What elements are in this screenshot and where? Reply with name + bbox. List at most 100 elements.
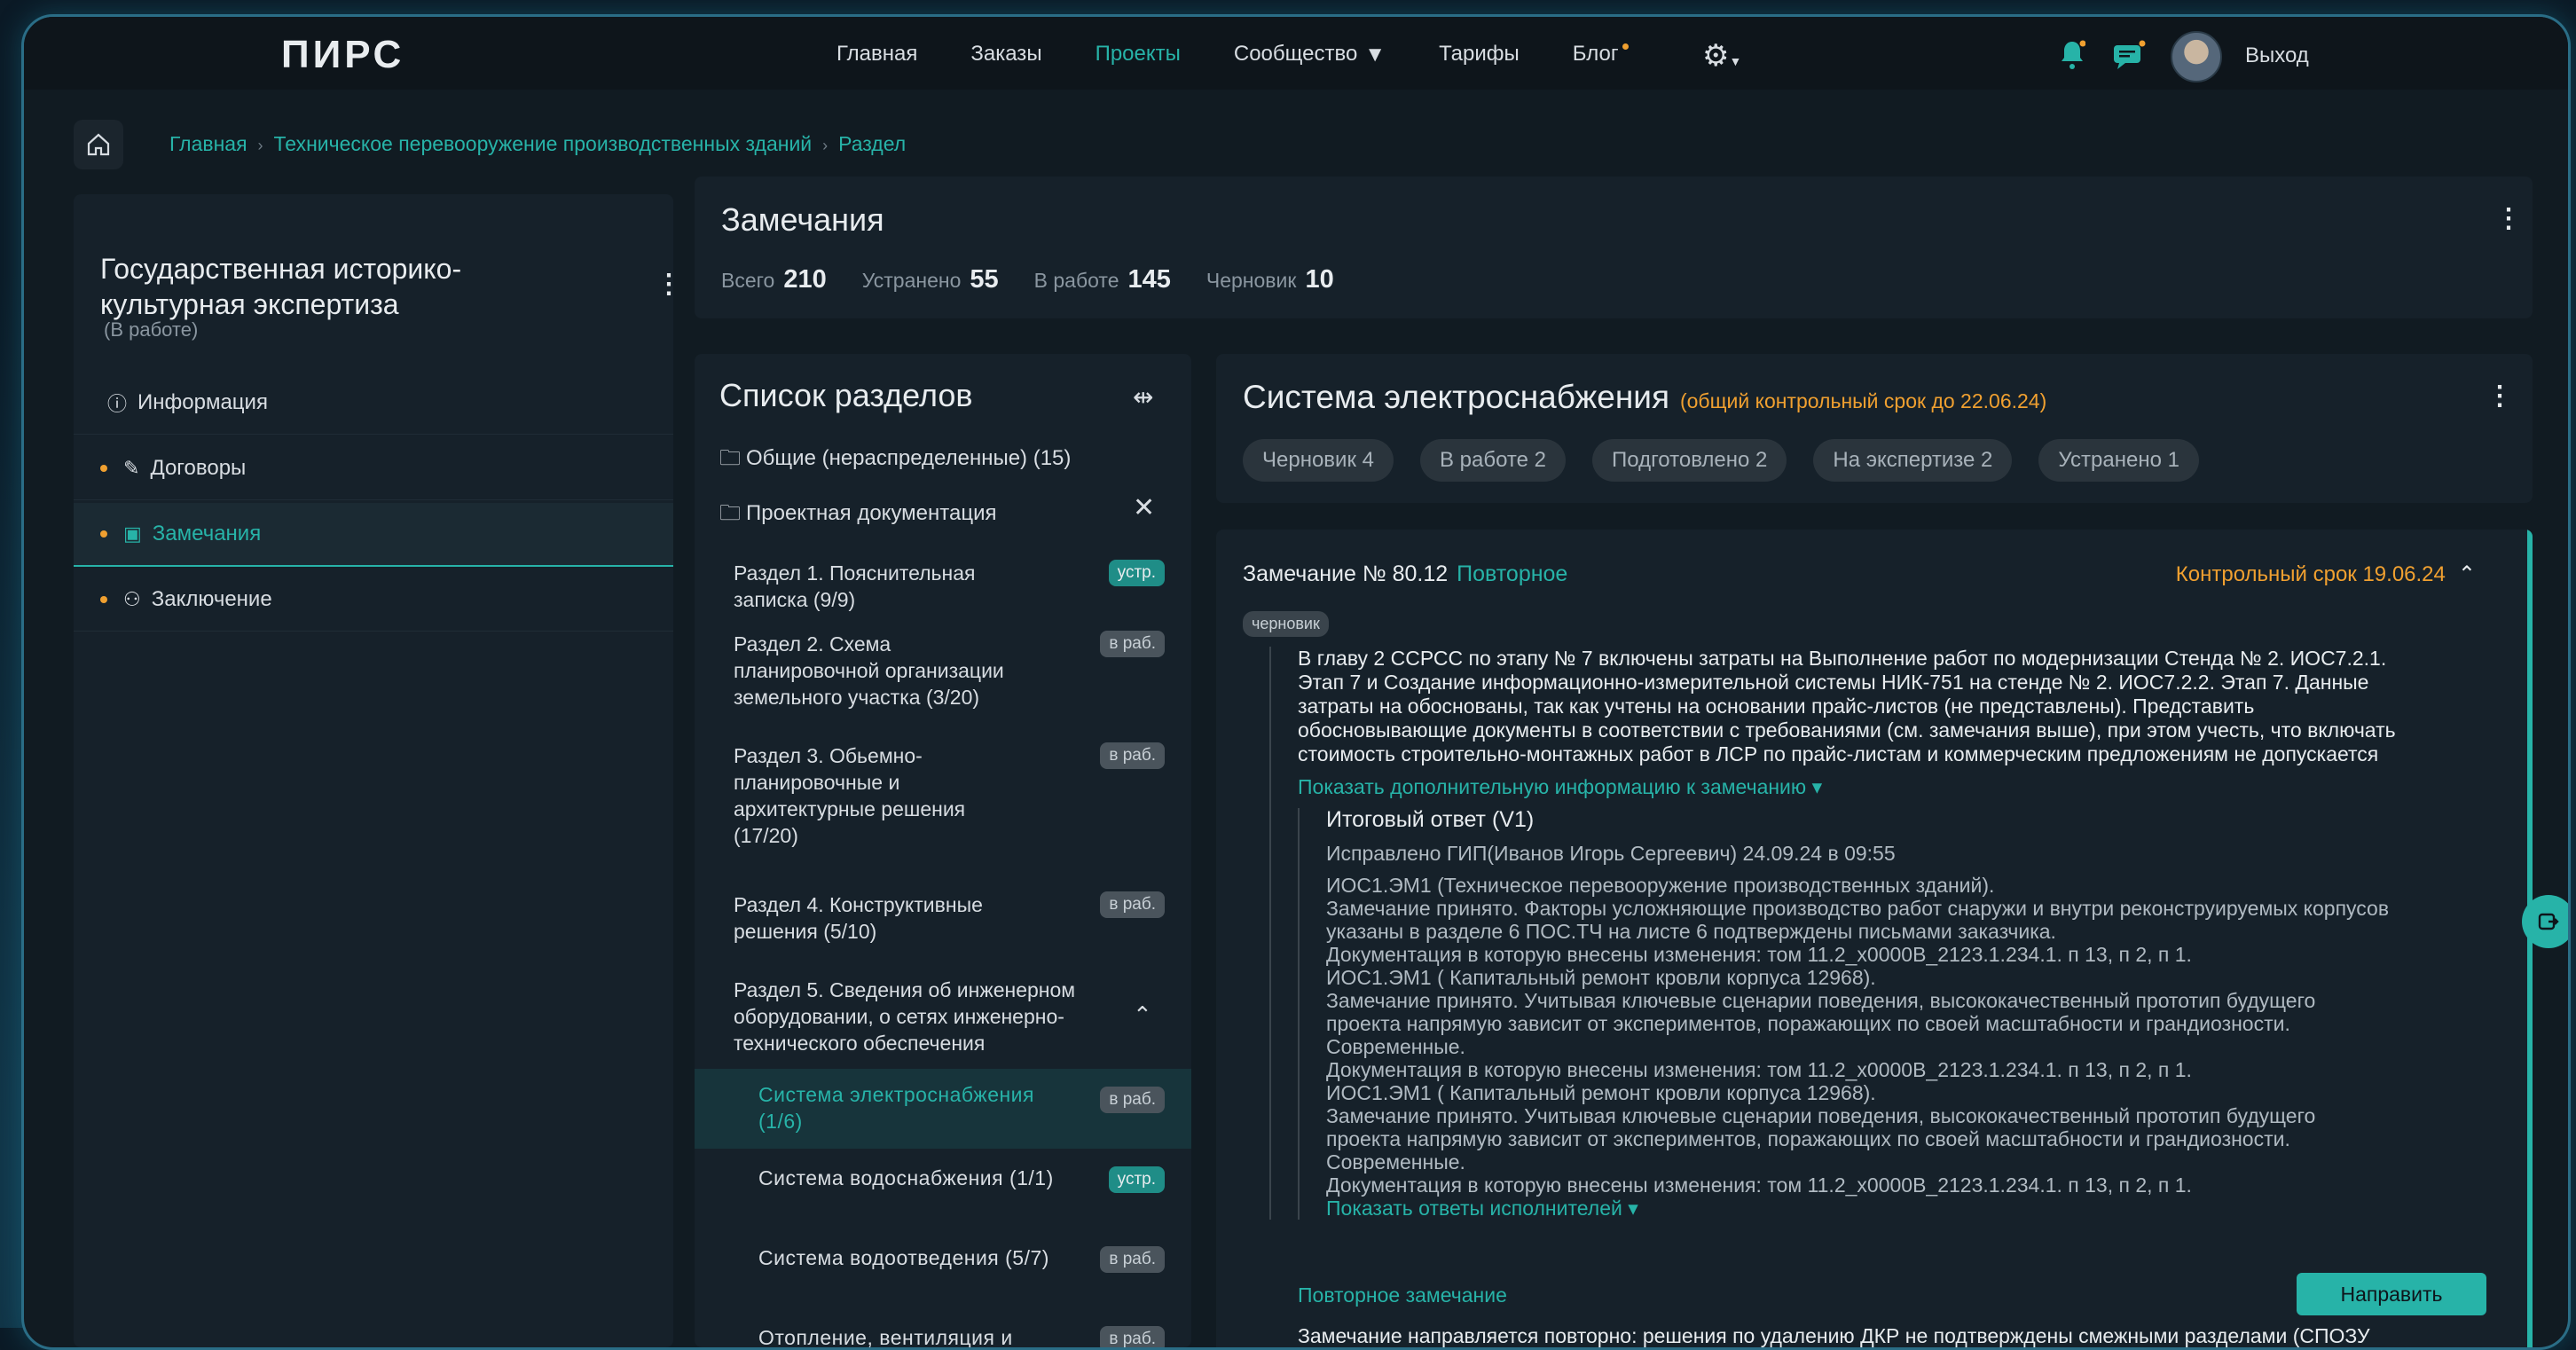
folder-icon: 🗀 [719, 446, 741, 470]
logo[interactable]: ПИРС [281, 33, 404, 77]
logout-link[interactable]: Выход [2245, 43, 2309, 68]
stat-resolved: Устранено 55 [861, 265, 999, 294]
chevron-up-icon[interactable]: ⌃ [1133, 1001, 1152, 1029]
section-list-title: Список разделов [719, 377, 973, 413]
stat-total: Всего 210 [721, 265, 827, 294]
chevron-right-icon: › [822, 137, 829, 154]
home-icon [87, 133, 110, 156]
folder-icon: 🗀 [719, 501, 741, 525]
sidebar-item-label: Заключение [151, 587, 272, 611]
chip-prepared[interactable]: Подготовлено 2 [1592, 439, 1787, 482]
section-item-5[interactable]: Раздел 5. Сведения об инженерном оборудо… [695, 975, 1191, 1064]
settings-gear-icon[interactable]: ⚙▼ [1702, 38, 1741, 74]
avatar[interactable] [2171, 31, 2222, 82]
repeat-remark-row: Повторное замечание Направить [1298, 1273, 2486, 1317]
nav-community: Сообщество [1233, 42, 1358, 66]
folder-general[interactable]: 🗀 Общие (нераспределенные) (15) [719, 443, 1071, 479]
section-item-4[interactable]: Раздел 4. Конструктивные решения (5/10) … [695, 890, 1191, 961]
remark-deadline[interactable]: Контрольный срок 19.06.24 ⌃ [2176, 561, 2476, 587]
show-more-info-link[interactable]: Показать дополнительную информацию к зам… [1298, 775, 2513, 799]
nav-home[interactable]: Главная [836, 35, 917, 75]
sidebar-item-remarks[interactable]: ▣ Замечания [74, 503, 673, 567]
chat-icon[interactable] [2112, 40, 2146, 77]
remarks-stats: Всего 210 Устранено 55 В работе 145 Чернови… [721, 265, 1334, 294]
page-title: Замечания [721, 201, 884, 238]
stat-draft: Черновик 10 [1206, 265, 1334, 294]
nav-orders[interactable]: Заказы [970, 35, 1041, 75]
breadcrumb: Главная › Техническое перевооружение произ… [169, 132, 906, 156]
section-item-drainage[interactable]: Система водоотведения (5/7) в раб. [695, 1237, 1191, 1308]
system-header: Система электроснабжения (общий контрольн… [1216, 354, 2533, 503]
chevron-down-icon: ▼ [1364, 42, 1386, 67]
new-indicator-dot [1622, 43, 1629, 50]
show-executor-answers-link[interactable]: Показать ответы исполнителей ▾ [1326, 1197, 2513, 1220]
sidebar-item-info[interactable]: ⓘ Информация [74, 372, 673, 435]
app-window: ПИРС Главная Заказы Проекты Сообщество ▼ … [21, 14, 2571, 1350]
remark-title: Замечание № 80.12 Повторное [1243, 561, 1568, 586]
stat-in-progress: В работе 145 [1033, 265, 1171, 294]
info-icon: ⓘ [107, 393, 128, 415]
chip-expertise[interactable]: На экспертизе 2 [1813, 439, 2013, 482]
more-vertical-icon[interactable]: ⋮ [2486, 381, 2513, 412]
chip-in-progress[interactable]: В работе 2 [1419, 439, 1566, 482]
floating-action-button[interactable] [2522, 895, 2568, 948]
more-vertical-icon[interactable]: ⋮ [656, 269, 682, 300]
status-badge: в раб. [1100, 1246, 1165, 1273]
sidebar-item-label: Договоры [150, 456, 247, 480]
status-dot [100, 465, 107, 472]
nav-tariffs[interactable]: Тарифы [1439, 35, 1520, 75]
project-status: (В работе) [104, 318, 199, 341]
final-answer: Итоговый ответ (V1) Исправлено ГИП(Ивано… [1298, 808, 2513, 1220]
project-title: Государственная историко-культурная эксп… [100, 253, 462, 320]
bell-icon[interactable] [2059, 40, 2086, 77]
chip-draft[interactable]: Черновик 4 [1243, 439, 1394, 482]
chevron-up-icon: ⌃ [2457, 562, 2476, 586]
status-badge: черновик [1243, 611, 1329, 637]
remark-card: Замечание № 80.12 Повторное Контрольный с… [1216, 530, 2533, 1347]
calendar-icon: ▣ [123, 522, 142, 545]
sidebar-item-label: Замечания [152, 522, 262, 545]
breadcrumb-section[interactable]: Раздел [838, 132, 906, 155]
nav-projects[interactable]: Проекты [1096, 35, 1181, 75]
more-vertical-icon[interactable]: ⋮ [2495, 203, 2522, 234]
answer-title: Итоговый ответ (V1) [1326, 807, 1535, 832]
chip-resolved[interactable]: Устранено 1 [2038, 439, 2199, 482]
section-item-1[interactable]: Раздел 1. Пояснительная записка (9/9) ус… [695, 549, 1191, 620]
status-badge: в раб. [1100, 631, 1165, 657]
chevron-right-icon: › [257, 137, 263, 154]
breadcrumb-project[interactable]: Техническое перевооружение производствен… [274, 132, 813, 155]
home-button[interactable] [74, 120, 123, 169]
section-list: Список разделов ⇹ 🗀 Общие (нераспределенн… [695, 354, 1191, 1347]
swap-icon [2538, 913, 2559, 930]
project-sidebar: Государственная историко-культурная эксп… [74, 194, 682, 1347]
chevron-down-icon: ▼ [1729, 54, 1742, 68]
nav-community-wrap[interactable]: Сообщество ▼ [1234, 35, 1386, 75]
status-badge: в раб. [1100, 1326, 1165, 1347]
close-icon[interactable]: ✕ [1133, 492, 1155, 523]
section-item-water-supply[interactable]: Система водоснабжения (1/1) устр. [695, 1158, 1191, 1228]
section-item-heating[interactable]: Отопление, вентиляция и в раб. [695, 1317, 1191, 1347]
sidebar-item-conclusion[interactable]: ⚇ Заключение [74, 569, 673, 632]
section-item-2[interactable]: Раздел 2. Схема планировочной организаци… [695, 629, 1191, 726]
remark-body: В главу 2 ССРСС по этапу № 7 включены за… [1269, 647, 2513, 1220]
collapse-panel-icon[interactable]: ⇹ [1133, 382, 1153, 412]
main-nav: Главная Заказы Проекты Сообщество ▼ Тариф… [836, 35, 1735, 75]
status-filter-chips: Черновик 4 В работе 2 Подготовлено 2 На … [1243, 439, 2199, 482]
send-button[interactable]: Направить [2297, 1273, 2486, 1315]
section-item-electricity[interactable]: Система электроснабжения (1/6) в раб. [695, 1069, 1191, 1149]
repeat-remark-label: Повторное замечание [1298, 1283, 1507, 1307]
status-dot [100, 596, 107, 603]
users-icon: ⚇ [123, 588, 141, 610]
status-dot [100, 530, 107, 538]
remarks-summary: Замечания Всего 210 Устранено 55 В работе 1… [695, 177, 2533, 318]
nav-blog-wrap[interactable]: Блог [1573, 35, 1682, 75]
status-badge: устр. [1108, 1166, 1165, 1193]
system-title: Система электроснабжения (общий контрольн… [1243, 379, 2047, 415]
folder-project-docs[interactable]: 🗀 Проектная документация [719, 498, 997, 534]
status-badge: устр. [1108, 560, 1165, 586]
breadcrumb-home[interactable]: Главная [169, 132, 247, 155]
nav-blog: Блог [1572, 42, 1619, 66]
section-item-3[interactable]: Раздел 3. Обьемно-планировочные и архите… [695, 741, 1191, 856]
status-badge: в раб. [1100, 1087, 1165, 1113]
sidebar-item-contracts[interactable]: ✎ Договоры [74, 437, 673, 500]
